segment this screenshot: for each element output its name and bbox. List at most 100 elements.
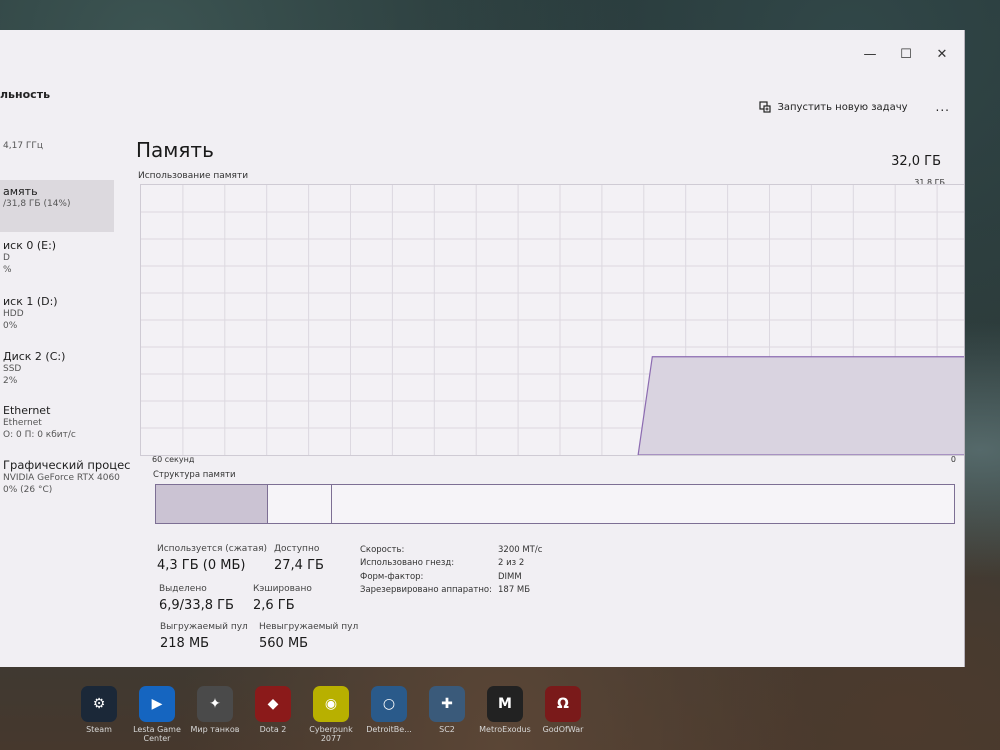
metro-icon: M <box>487 686 523 722</box>
shortcut-metro-exodus[interactable]: M MetroExodus <box>476 686 534 734</box>
shortcut-steam[interactable]: ⚙ Steam <box>70 686 128 734</box>
time-axis-left: 60 секунд <box>152 455 195 464</box>
stat-committed: Выделено 6,9/33,8 ГБ <box>159 584 234 613</box>
stat-nonpaged-pool: Невыгружаемый пул 560 МБ <box>259 622 358 651</box>
shortcut-world-of-tanks[interactable]: ✦ Мир танков <box>186 686 244 734</box>
sc2-icon: ✚ <box>429 686 465 722</box>
sidebar-item-disk-1[interactable]: иск 1 (D:) HDD 0% <box>0 295 114 332</box>
composition-standby <box>268 485 332 523</box>
steam-icon: ⚙ <box>81 686 117 722</box>
shortcut-label: GodOfWar <box>542 725 584 734</box>
detroit-icon-glyph: ○ <box>382 696 396 712</box>
sidebar-item-sub: 2% <box>3 376 18 386</box>
sidebar-item-cpu[interactable]: 4,17 ГГц <box>0 132 114 152</box>
sidebar-item-sub: NVIDIA GeForce RTX 4060 <box>3 473 120 483</box>
steam-icon-glyph: ⚙ <box>92 696 106 712</box>
spec-row: Скорость: 3200 МТ/с <box>360 543 542 557</box>
stat-value: 560 МБ <box>259 636 309 651</box>
godofwar-icon-glyph: Ω <box>557 696 569 712</box>
memory-usage-graph <box>140 184 964 456</box>
sidebar-item-gpu[interactable]: Графический процес NVIDIA GeForce RTX 40… <box>0 458 135 496</box>
shortcut-detroit[interactable]: ○ DetroitBe... <box>360 686 418 734</box>
stat-paged-pool: Выгружаемый пул 218 МБ <box>160 622 248 651</box>
page-header: льность <box>0 88 51 101</box>
dota-icon: ◆ <box>255 686 291 722</box>
stat-label: Кэшировано <box>253 584 312 594</box>
cyberpunk-icon: ◉ <box>313 686 349 722</box>
sidebar-item-memory[interactable]: амять /31,8 ГБ (14%) <box>0 180 114 232</box>
metro-icon-glyph: M <box>498 696 512 712</box>
spec-row: Форм-фактор: DIMM <box>360 570 542 584</box>
composition-free <box>332 485 954 523</box>
memory-usage-svg <box>141 185 964 455</box>
sc2-icon-glyph: ✚ <box>441 696 453 712</box>
sidebar-item-title: амять <box>3 185 38 198</box>
spec-row: Зарезервировано аппаратно: 187 МБ <box>360 584 542 598</box>
maximize-button[interactable]: ☐ <box>888 44 924 64</box>
shortcut-sc2[interactable]: ✚ SC2 <box>418 686 476 734</box>
stat-label: Доступно <box>274 544 320 554</box>
sidebar-item-title: иск 0 (E:) <box>3 239 57 252</box>
composition-in-use <box>156 485 268 523</box>
spec-value: DIMM <box>498 571 522 582</box>
lesta-icon: ▶ <box>139 686 175 722</box>
spec-value: 3200 МТ/с <box>498 544 543 555</box>
sidebar-item-sub: D <box>3 253 10 263</box>
sidebar-item-title: Графический процес <box>3 458 131 472</box>
sidebar-item-disk-0[interactable]: иск 0 (E:) D % <box>0 239 114 276</box>
close-button[interactable]: ✕ <box>924 44 960 64</box>
run-new-task-label: Запустить новую задачу <box>777 101 908 113</box>
spec-key: Зарезервировано аппаратно: <box>360 585 492 596</box>
spec-key: Форм-фактор: <box>360 571 424 582</box>
shortcut-cyberpunk[interactable]: ◉ Cyberpunk 2077 <box>302 686 360 743</box>
sidebar-item-title: Ethernet <box>3 404 51 417</box>
shortcut-dota-2[interactable]: ◆ Dota 2 <box>244 686 302 734</box>
sidebar-item-sub: 0% <box>3 321 18 331</box>
run-new-task-button[interactable]: Запустить новую задачу ... <box>759 100 950 114</box>
time-axis-right: 0 <box>950 455 956 464</box>
godofwar-icon: Ω <box>545 686 581 722</box>
spec-row: Использовано гнезд: 2 из 2 <box>360 557 542 571</box>
new-task-icon <box>759 101 772 113</box>
spec-key: Скорость: <box>360 544 405 555</box>
stat-value: 27,4 ГБ <box>274 558 324 573</box>
shortcut-label: SC2 <box>439 725 455 734</box>
desktop-shortcuts: ⚙ Steam ▶ Lesta Game Center ✦ Мир танков… <box>70 686 630 746</box>
shortcut-lesta[interactable]: ▶ Lesta Game Center <box>128 686 186 743</box>
sidebar-item-sub: /31,8 ГБ (14%) <box>3 199 71 209</box>
usage-graph-label: Использование памяти <box>138 171 249 181</box>
shortcut-label: MetroExodus <box>479 725 531 734</box>
shortcut-god-of-war[interactable]: Ω GodOfWar <box>534 686 592 734</box>
title-bar[interactable]: — ☐ ✕ <box>0 30 964 74</box>
sidebar-item-sub: 0% (26 °C) <box>3 485 53 495</box>
shortcut-label: Lesta Game Center <box>133 725 181 743</box>
stat-label: Выгружаемый пул <box>160 622 248 632</box>
shortcut-label: Cyberpunk 2077 <box>309 725 353 743</box>
minimize-button[interactable]: — <box>852 44 888 64</box>
dota-icon-glyph: ◆ <box>267 696 279 712</box>
sidebar-item-ethernet[interactable]: Ethernet Ethernet О: 0 П: 0 кбит/с <box>0 404 114 441</box>
shortcut-label: Мир танков <box>190 725 240 734</box>
spec-key: Использовано гнезд: <box>360 558 455 569</box>
sidebar-item-disk-2[interactable]: Диск 2 (C:) SSD 2% <box>0 350 114 387</box>
stat-label: Выделено <box>159 584 207 594</box>
more-options-icon[interactable]: ... <box>936 100 950 114</box>
stat-label: Невыгружаемый пул <box>259 622 359 632</box>
lesta-icon-glyph: ▶ <box>151 696 163 712</box>
window-controls: — ☐ ✕ <box>852 44 960 64</box>
stat-cached: Кэшировано 2,6 ГБ <box>253 584 312 613</box>
sidebar-item-sub: О: 0 П: 0 кбит/с <box>3 430 76 440</box>
stat-value: 218 МБ <box>160 636 210 651</box>
shortcut-label: Dota 2 <box>259 725 287 734</box>
sidebar-item-sub: SSD <box>3 364 22 374</box>
sidebar-item-sub: 4,17 ГГц <box>3 141 44 151</box>
spec-value: 2 из 2 <box>498 558 525 569</box>
sidebar-item-title: иск 1 (D:) <box>3 295 58 308</box>
task-manager-window: — ☐ ✕ льность Запустить новую задачу ...… <box>0 30 965 667</box>
total-memory: 32,0 ГБ <box>891 154 941 169</box>
tank-icon-glyph: ✦ <box>209 696 221 712</box>
cyberpunk-icon-glyph: ◉ <box>324 696 338 712</box>
stat-value: 6,9/33,8 ГБ <box>159 598 234 613</box>
tank-icon: ✦ <box>197 686 233 722</box>
sidebar-item-sub: % <box>3 265 12 275</box>
